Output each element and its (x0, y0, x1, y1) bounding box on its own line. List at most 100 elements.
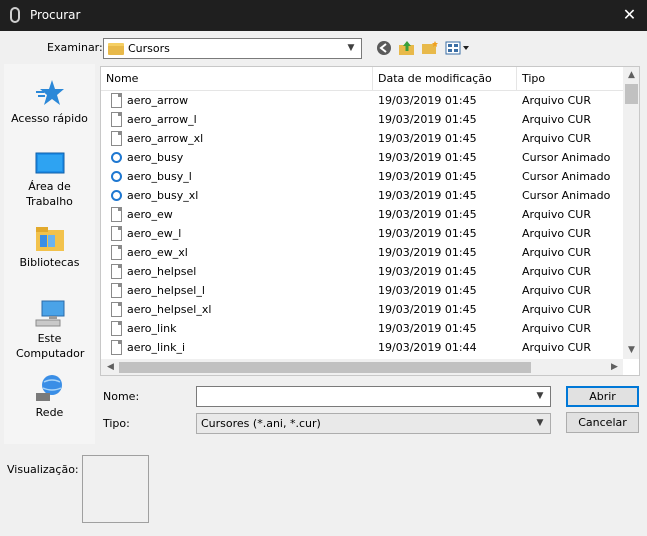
file-name: aero_busy_l (127, 170, 192, 183)
column-header-type[interactable]: Tipo (522, 72, 545, 85)
back-icon[interactable] (374, 40, 394, 58)
place-label: Acesso rápido (11, 112, 88, 125)
file-date: 19/03/2019 01:45 (378, 208, 477, 221)
table-row[interactable]: aero_ew_l 19/03/2019 01:45 Arquivo CUR (101, 224, 623, 243)
file-icon (111, 207, 122, 222)
table-row[interactable]: aero_busy 19/03/2019 01:45 Cursor Animado (101, 148, 623, 167)
preview-label: Visualização: (7, 463, 79, 476)
network-icon (35, 374, 65, 402)
table-row[interactable]: aero_ew 19/03/2019 01:45 Arquivo CUR (101, 205, 623, 224)
column-header-date[interactable]: Data de modificação (378, 72, 492, 85)
place-this-pc[interactable]: Este Computador (4, 300, 95, 361)
file-type: Arquivo CUR (522, 208, 591, 221)
file-icon (111, 340, 122, 355)
file-icon (111, 302, 122, 317)
file-type: Arquivo CUR (522, 265, 591, 278)
file-type: Arquivo CUR (522, 132, 591, 145)
folder-icon (108, 43, 124, 55)
file-date: 19/03/2019 01:45 (378, 94, 477, 107)
place-network[interactable]: Rede (4, 374, 95, 420)
file-name: aero_arrow (127, 94, 189, 107)
table-row[interactable]: aero_busy_l 19/03/2019 01:45 Cursor Animad… (101, 167, 623, 186)
vertical-scroll-thumb[interactable] (625, 84, 638, 104)
title-bar: Procurar ✕ (0, 0, 647, 31)
table-row[interactable]: aero_helpsel_l 19/03/2019 01:45 Arquivo CU… (101, 281, 623, 300)
desktop-icon (35, 152, 65, 176)
file-name: aero_link_i (127, 341, 186, 354)
open-button[interactable]: Abrir (566, 386, 639, 407)
chevron-down-icon[interactable]: ▼ (532, 391, 548, 401)
place-desktop[interactable]: Área de Trabalho (4, 152, 95, 209)
file-name: aero_helpsel (127, 265, 197, 278)
column-separator[interactable] (516, 67, 517, 91)
file-type: Arquivo CUR (522, 246, 591, 259)
up-folder-icon[interactable] (397, 40, 417, 58)
chevron-down-icon: ▼ (347, 43, 355, 53)
vertical-scrollbar[interactable]: ▲ ▼ (623, 67, 639, 359)
file-type: Arquivo CUR (522, 284, 591, 297)
filename-label: Nome: (103, 390, 140, 403)
filetype-value: Cursores (*.ani, *.cur) (201, 417, 321, 430)
file-type: Arquivo CUR (522, 227, 591, 240)
file-type: Cursor Animado (522, 189, 611, 202)
file-date: 19/03/2019 01:45 (378, 322, 477, 335)
filetype-label: Tipo: (103, 417, 130, 430)
file-name: aero_arrow_l (127, 113, 197, 126)
file-type: Cursor Animado (522, 151, 611, 164)
horizontal-scroll-thumb[interactable] (119, 362, 531, 373)
file-type: Arquivo CUR (522, 303, 591, 316)
place-label: Este Computador (16, 332, 85, 360)
file-icon (111, 283, 122, 298)
table-row[interactable]: aero_link 19/03/2019 01:45 Arquivo CUR (101, 319, 623, 338)
table-row[interactable]: aero_arrow_xl 19/03/2019 01:45 Arquivo CUR (101, 129, 623, 148)
scroll-right-icon[interactable]: ▶ (606, 362, 623, 372)
table-row[interactable]: aero_ew_xl 19/03/2019 01:45 Arquivo CUR (101, 243, 623, 262)
scroll-down-icon[interactable]: ▼ (623, 345, 639, 355)
file-date: 19/03/2019 01:45 (378, 265, 477, 278)
preview-box (82, 455, 149, 523)
file-date: 19/03/2019 01:44 (378, 341, 477, 354)
file-date: 19/03/2019 01:45 (378, 227, 477, 240)
file-date: 19/03/2019 01:45 (378, 246, 477, 259)
table-row[interactable]: aero_helpsel_xl 19/03/2019 01:45 Arquivo C… (101, 300, 623, 319)
file-name: aero_helpsel_l (127, 284, 205, 297)
look-in-value: Cursors (128, 42, 170, 55)
table-row[interactable]: aero_busy_xl 19/03/2019 01:45 Cursor Anima… (101, 186, 623, 205)
cancel-button[interactable]: Cancelar (566, 412, 639, 433)
scroll-up-icon[interactable]: ▲ (623, 70, 639, 80)
chevron-down-icon: ▼ (536, 418, 544, 428)
table-row[interactable]: aero_link_i 19/03/2019 01:44 Arquivo CUR (101, 338, 623, 357)
filename-combo[interactable]: ▼ (196, 386, 551, 407)
list-header: Nome Data de modificação Tipo (101, 67, 623, 91)
view-menu-icon[interactable] (444, 40, 472, 58)
column-separator[interactable] (372, 67, 373, 91)
look-in-label: Examinar: (47, 41, 103, 54)
horizontal-scrollbar[interactable]: ◀ ▶ (101, 359, 623, 375)
table-row[interactable]: aero_arrow 19/03/2019 01:45 Arquivo CUR (101, 91, 623, 110)
libraries-icon (35, 226, 65, 252)
file-name: aero_link (127, 322, 177, 335)
file-icon (111, 226, 122, 241)
look-in-combo[interactable]: Cursors ▼ (103, 38, 362, 59)
file-name: aero_busy (127, 151, 184, 164)
file-icon (111, 131, 122, 146)
file-type: Arquivo CUR (522, 113, 591, 126)
place-label: Área de Trabalho (26, 180, 73, 208)
place-quick-access[interactable]: Acesso rápido (4, 78, 95, 126)
file-type: Arquivo CUR (522, 341, 591, 354)
table-row[interactable]: aero_arrow_l 19/03/2019 01:45 Arquivo CUR (101, 110, 623, 129)
table-row[interactable]: aero_helpsel 19/03/2019 01:45 Arquivo CUR (101, 262, 623, 281)
file-name: aero_busy_xl (127, 189, 199, 202)
column-header-name[interactable]: Nome (106, 72, 138, 85)
filetype-combo[interactable]: Cursores (*.ani, *.cur) ▼ (196, 413, 551, 434)
close-icon[interactable]: ✕ (612, 0, 647, 31)
star-icon (35, 78, 65, 108)
file-name: aero_ew_l (127, 227, 182, 240)
scroll-left-icon[interactable]: ◀ (102, 362, 119, 372)
file-list[interactable]: Nome Data de modificação Tipo aero_arrow… (100, 66, 640, 376)
place-libraries[interactable]: Bibliotecas (4, 226, 95, 270)
computer-icon (35, 300, 65, 328)
paperclip-icon (10, 7, 20, 23)
file-icon (111, 264, 122, 279)
new-folder-icon[interactable] (420, 40, 440, 58)
